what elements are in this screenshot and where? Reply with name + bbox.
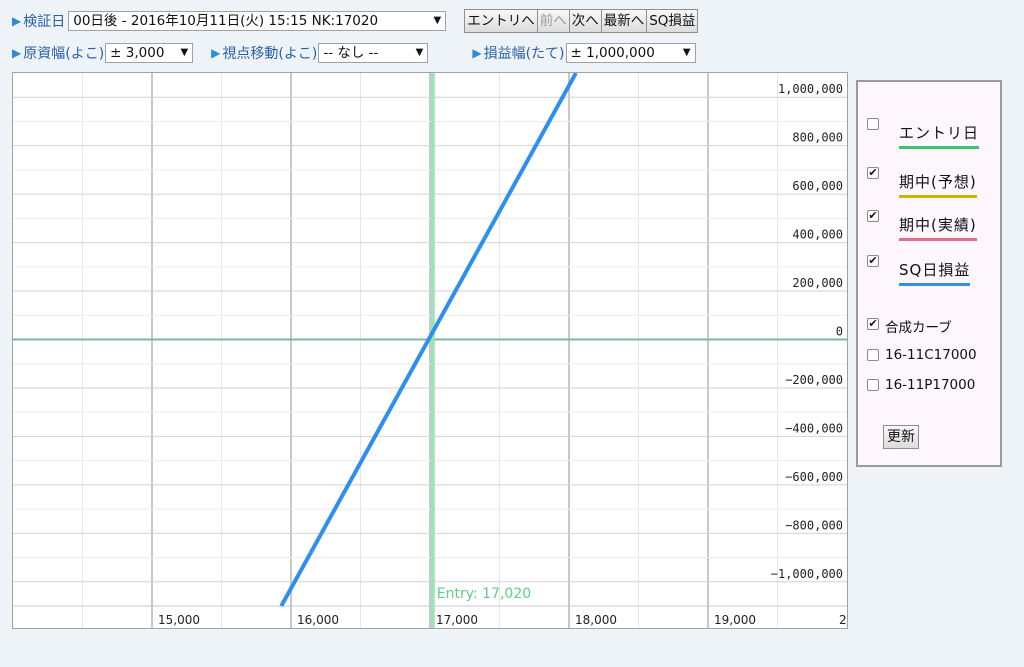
option-label: 16-11C17000 bbox=[885, 347, 977, 363]
nav-button-0[interactable]: エントリへ bbox=[464, 9, 538, 33]
verification-date-label: ▶ 検証日 bbox=[12, 14, 66, 30]
y-tick-label: −200,000 bbox=[785, 373, 843, 387]
nav-button-1[interactable]: 前へ bbox=[536, 9, 570, 33]
y-tick-label: 800,000 bbox=[792, 131, 843, 145]
payoff-chart[interactable]: Entry: 17,020 1,000,000 800,000 600,000 400,… bbox=[12, 72, 848, 629]
underlying-range-label: ▶ 原資幅(よこ) bbox=[12, 46, 105, 62]
y-tick-label: 0 bbox=[836, 325, 843, 339]
x-tick-label: 18,000 bbox=[575, 613, 617, 627]
payoff-chart-svg: Entry: 17,020 1,000,000 800,000 600,000 400,… bbox=[13, 73, 847, 628]
legend-checkbox[interactable]: ✔ bbox=[867, 210, 879, 222]
option-label: 合成カーブ bbox=[885, 320, 952, 336]
legend-item-0[interactable]: エントリ日 bbox=[867, 116, 980, 149]
triangle-right-icon: ▶ bbox=[472, 46, 482, 60]
viewpoint-value: -- なし -- bbox=[323, 45, 379, 61]
legend-item-1[interactable]: ✔ 期中(予想) bbox=[867, 165, 977, 198]
y-tick-label: 200,000 bbox=[792, 276, 843, 290]
legend-checkbox[interactable]: ✔ bbox=[867, 255, 879, 267]
dropdown-arrow-icon: ▼ bbox=[433, 15, 442, 26]
option-checkbox[interactable] bbox=[867, 349, 879, 361]
y-tick-label: 600,000 bbox=[792, 179, 843, 193]
y-tick-label: −400,000 bbox=[785, 421, 843, 435]
legend-option-0[interactable]: ✔ 合成カーブ bbox=[867, 318, 952, 336]
y-tick-label: −600,000 bbox=[785, 470, 843, 484]
update-button[interactable]: 更新 bbox=[883, 425, 919, 449]
y-tick-label: 400,000 bbox=[792, 228, 843, 242]
viewpoint-label: ▶ 視点移動(よこ) bbox=[211, 46, 318, 62]
y-tick-label: −1,000,000 bbox=[771, 567, 843, 581]
legend-item-3[interactable]: ✔ SQ日損益 bbox=[867, 253, 971, 286]
dropdown-arrow-icon: ▼ bbox=[682, 47, 691, 58]
x-tick-label: 19,000 bbox=[714, 613, 756, 627]
y-tick-label: 1,000,000 bbox=[778, 82, 843, 96]
option-checkbox[interactable] bbox=[867, 379, 879, 391]
legend-option-1[interactable]: 16-11C17000 bbox=[867, 347, 977, 363]
triangle-right-icon: ▶ bbox=[12, 46, 22, 60]
verification-date-select[interactable]: 00日後 - 2016年10月11日(火) 15:15 NK:17020 ▼ bbox=[68, 11, 447, 31]
x-tick-label: 16,000 bbox=[297, 613, 339, 627]
pl-range-value: ± 1,000,000 bbox=[570, 45, 655, 61]
legend-item-label: エントリ日 bbox=[899, 122, 980, 149]
dropdown-arrow-icon: ▼ bbox=[415, 47, 424, 58]
verification-date-row: ▶ 検証日 00日後 - 2016年10月11日(火) 15:15 NK:1702… bbox=[12, 9, 699, 33]
y-tick-label: −800,000 bbox=[785, 518, 843, 532]
legend-item-label: 期中(実績) bbox=[899, 214, 977, 241]
pl-range-select[interactable]: ± 1,000,000 ▼ bbox=[565, 43, 696, 63]
legend-panel: エントリ日 ✔ 期中(予想) ✔ 期中(実績) ✔ SQ日損益 ✔ 合成カーブ 16-11C17… bbox=[856, 80, 1002, 467]
x-tick-label: 17,000 bbox=[436, 613, 478, 627]
legend-checkbox[interactable]: ✔ bbox=[867, 167, 879, 179]
viewpoint-select[interactable]: -- なし -- ▼ bbox=[318, 43, 429, 63]
option-checkbox[interactable]: ✔ bbox=[867, 318, 879, 330]
pl-range-label: ▶ 損益幅(たて) bbox=[472, 46, 565, 62]
x-tick-label: 2 bbox=[839, 613, 847, 627]
verification-date-value: 00日後 - 2016年10月11日(火) 15:15 NK:17020 bbox=[73, 13, 379, 29]
option-label: 16-11P17000 bbox=[885, 377, 976, 393]
nav-button-4[interactable]: SQ損益 bbox=[646, 9, 699, 33]
triangle-right-icon: ▶ bbox=[211, 46, 221, 60]
entry-label: Entry: 17,020 bbox=[437, 586, 531, 602]
navigation-buttons: エントリへ 前へ 次へ 最新へ SQ損益 bbox=[464, 9, 699, 33]
x-tick-label: 15,000 bbox=[158, 613, 200, 627]
legend-item-label: 期中(予想) bbox=[899, 171, 977, 198]
nav-button-3[interactable]: 最新へ bbox=[600, 9, 648, 33]
triangle-right-icon: ▶ bbox=[12, 14, 22, 28]
legend-checkbox[interactable] bbox=[867, 118, 879, 130]
legend-item-2[interactable]: ✔ 期中(実績) bbox=[867, 208, 977, 241]
legend-option-2[interactable]: 16-11P17000 bbox=[867, 377, 976, 393]
legend-item-label: SQ日損益 bbox=[899, 259, 971, 286]
range-settings-row: ▶ 原資幅(よこ) ± 3,000 ▼ ▶ 視点移動(よこ) -- なし -- ▼ ▶ 損… bbox=[12, 41, 696, 65]
dropdown-arrow-icon: ▼ bbox=[180, 47, 189, 58]
underlying-range-value: ± 3,000 bbox=[110, 45, 165, 61]
underlying-range-select[interactable]: ± 3,000 ▼ bbox=[105, 43, 194, 63]
nav-button-2[interactable]: 次へ bbox=[568, 9, 602, 33]
